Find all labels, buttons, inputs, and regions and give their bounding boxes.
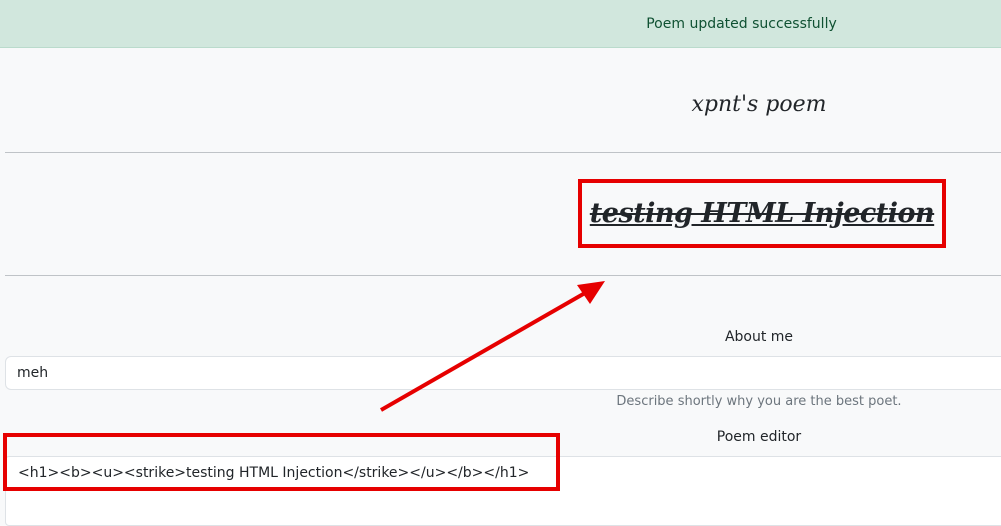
annotation-arrow-icon (380, 281, 605, 412)
